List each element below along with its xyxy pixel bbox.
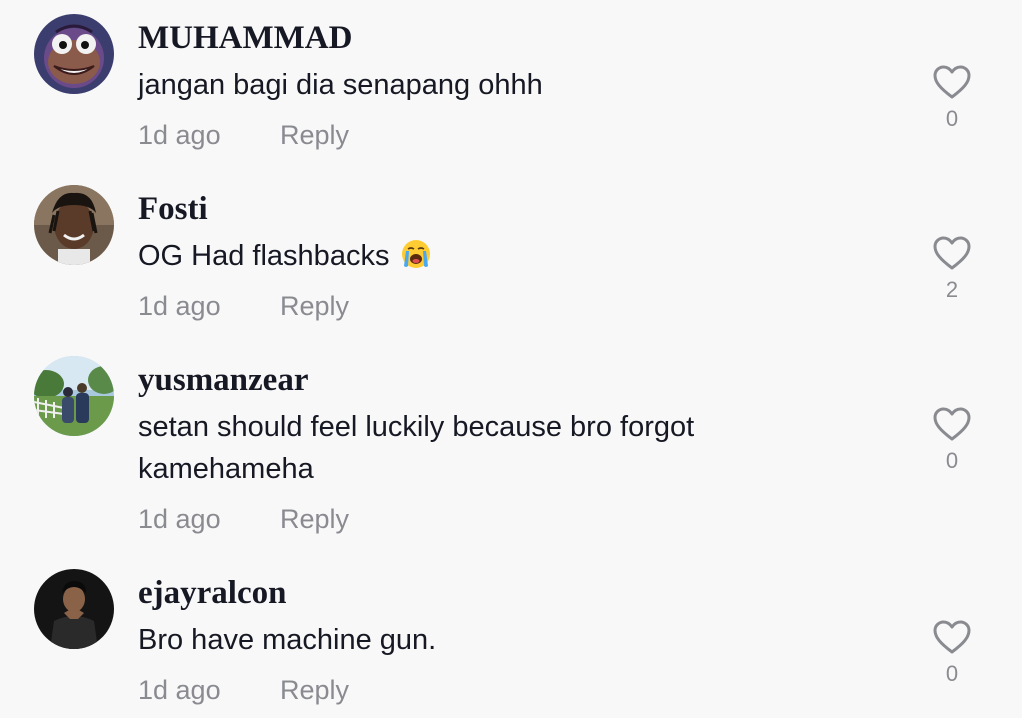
comment-text: setan should feel luckily because bro fo…	[138, 411, 695, 485]
comment-meta: 1d ago Reply	[138, 501, 349, 537]
username[interactable]: yusmanzear	[138, 360, 308, 400]
username[interactable]: MUHAMMAD	[138, 18, 352, 58]
like-count: 2	[945, 277, 959, 302]
comment-text: Bro have machine gun.	[138, 624, 437, 656]
reply-button[interactable]: Reply	[280, 501, 349, 537]
comment-meta: 1d ago Reply	[138, 672, 349, 708]
heart-icon[interactable]	[932, 64, 972, 100]
timestamp: 1d ago	[138, 504, 221, 534]
avatar[interactable]	[34, 185, 114, 265]
avatar[interactable]	[34, 569, 114, 649]
like-control: 0	[926, 406, 978, 474]
heart-icon[interactable]	[932, 406, 972, 442]
reply-button[interactable]: Reply	[280, 117, 349, 153]
couple-photo-avatar-icon	[34, 356, 114, 436]
timestamp: 1d ago	[138, 675, 221, 705]
comment-text: jangan bagi dia senapang ohhh	[138, 69, 543, 101]
username[interactable]: Fosti	[138, 189, 208, 229]
like-control: 0	[926, 619, 978, 687]
heart-icon[interactable]	[932, 235, 972, 271]
cartoon-face-avatar-icon	[34, 14, 114, 94]
comment-text: OG Had flashbacks	[138, 235, 818, 277]
timestamp: 1d ago	[138, 291, 221, 321]
username[interactable]: ejayralcon	[138, 573, 286, 613]
person-photo-avatar-icon	[34, 185, 114, 265]
comment-text-body: OG Had flashbacks	[138, 240, 390, 272]
avatar[interactable]	[34, 356, 114, 436]
like-count: 0	[945, 106, 959, 131]
comment-meta: 1d ago Reply	[138, 117, 349, 153]
comment-meta: 1d ago Reply	[138, 288, 349, 324]
like-count: 0	[945, 448, 959, 473]
like-count: 0	[945, 661, 959, 686]
like-control: 2	[926, 235, 978, 303]
timestamp: 1d ago	[138, 120, 221, 150]
reply-button[interactable]: Reply	[280, 672, 349, 708]
person-photo-avatar-icon	[34, 569, 114, 649]
loudly-crying-face-emoji-icon	[401, 240, 430, 268]
avatar[interactable]	[34, 14, 114, 94]
like-control: 0	[926, 64, 978, 132]
heart-icon[interactable]	[932, 619, 972, 655]
reply-button[interactable]: Reply	[280, 288, 349, 324]
